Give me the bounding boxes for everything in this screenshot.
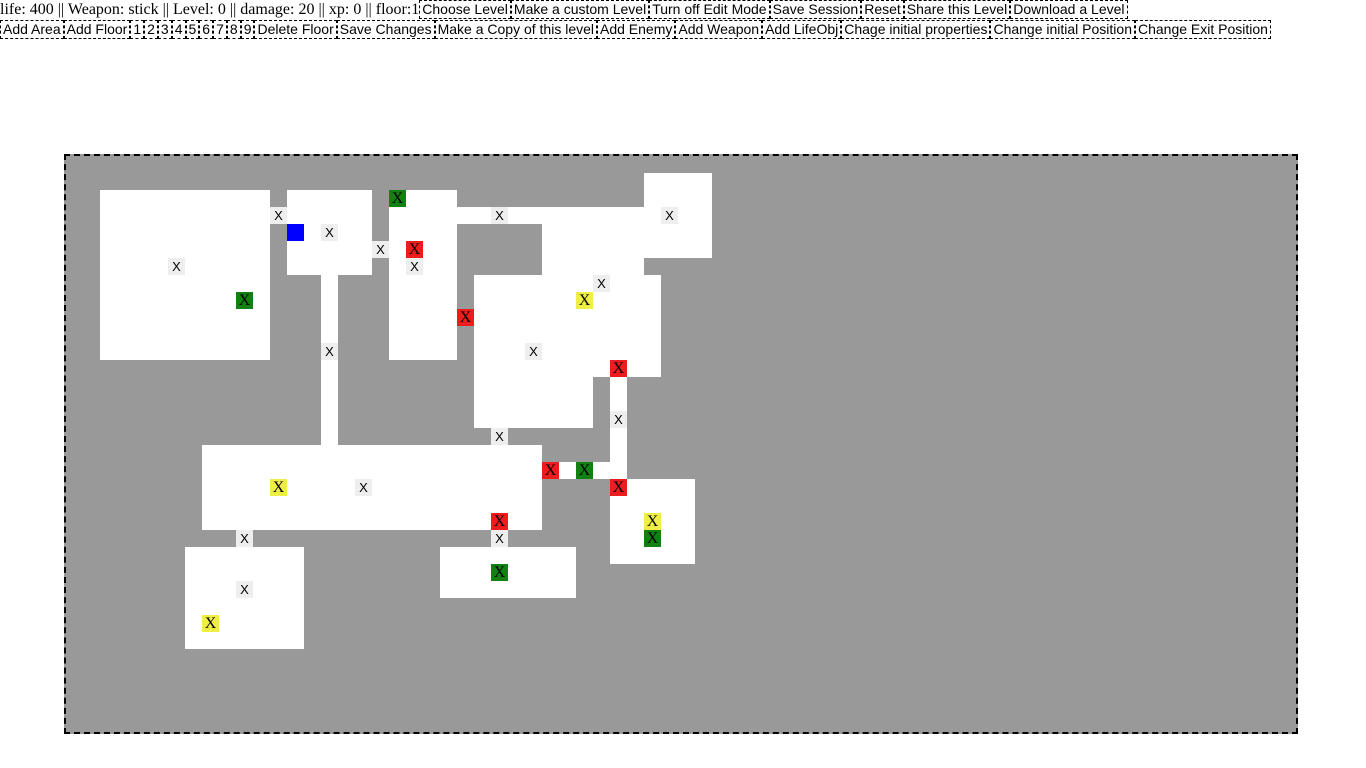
- door-marker[interactable]: X: [236, 530, 253, 547]
- delete-floor-button[interactable]: Delete Floor: [254, 20, 337, 39]
- map-area[interactable]: [457, 207, 644, 224]
- door-marker[interactable]: X: [236, 581, 253, 598]
- floor-button-8[interactable]: 8: [226, 20, 241, 39]
- map-area[interactable]: [389, 190, 457, 360]
- share-level-button[interactable]: Share this Level: [903, 0, 1011, 19]
- door-marker[interactable]: X: [168, 258, 185, 275]
- add-floor-button[interactable]: Add Floor: [63, 20, 131, 39]
- weapon-value: stick: [128, 1, 159, 18]
- damage-value: 20: [298, 1, 315, 18]
- reset-button[interactable]: Reset: [861, 0, 904, 19]
- floor-button-9[interactable]: 9: [240, 20, 255, 39]
- add-enemy-button[interactable]: Add Enemy: [597, 20, 676, 39]
- door-marker[interactable]: X: [491, 530, 508, 547]
- floor-button-7[interactable]: 7: [213, 20, 227, 39]
- door-marker[interactable]: X: [321, 224, 338, 241]
- map-area[interactable]: [440, 547, 576, 598]
- separator: ||: [57, 1, 65, 18]
- separator: ||: [229, 1, 237, 18]
- game-board[interactable]: X X X X X X X X X X X X X X X X X X X X …: [64, 154, 1298, 734]
- floor-value: 1: [411, 1, 420, 18]
- floor-button-4[interactable]: 4: [171, 20, 186, 39]
- xp-label: xp:: [328, 1, 350, 18]
- map-area[interactable]: [185, 547, 304, 649]
- enemy-marker[interactable]: X: [406, 241, 423, 258]
- map-area[interactable]: [474, 275, 661, 377]
- add-lifeobj-button[interactable]: Add LifeObj: [762, 20, 842, 39]
- map-area[interactable]: [321, 275, 338, 445]
- door-marker[interactable]: X: [593, 275, 610, 292]
- weapon-marker[interactable]: X: [202, 615, 219, 632]
- damage-label: damage:: [240, 1, 295, 18]
- door-marker[interactable]: X: [661, 207, 678, 224]
- status-bar: life: 400 || Weapon: stick || Level: 0 |…: [0, 1, 419, 18]
- door-marker[interactable]: X: [372, 241, 389, 258]
- separator: ||: [162, 1, 169, 18]
- door-marker[interactable]: X: [491, 428, 508, 445]
- floor-button-5[interactable]: 5: [185, 20, 200, 39]
- life-object-marker[interactable]: X: [576, 462, 593, 479]
- turn-off-edit-mode-button[interactable]: Turn off Edit Mode: [649, 0, 770, 19]
- weapon-marker[interactable]: X: [270, 479, 287, 496]
- door-marker[interactable]: X: [525, 343, 542, 360]
- player-marker: [287, 224, 304, 241]
- door-marker[interactable]: X: [610, 411, 627, 428]
- life-object-marker[interactable]: X: [389, 190, 406, 207]
- map-area[interactable]: [474, 377, 593, 428]
- door-marker[interactable]: X: [491, 207, 508, 224]
- save-session-button[interactable]: Save Session: [769, 0, 862, 19]
- edit-toolbar: Add Area Add Floor 1 2 3 4 5 6 7 8 9 Delete Floor Sa…: [0, 20, 1271, 40]
- floor-button-3[interactable]: 3: [157, 20, 172, 39]
- status-toolbar: life: 400 || Weapon: stick || Level: 0 |…: [0, 0, 1128, 20]
- change-exit-position-button[interactable]: Change Exit Position: [1134, 20, 1271, 39]
- door-marker[interactable]: X: [321, 343, 338, 360]
- floor-button-6[interactable]: 6: [199, 20, 214, 39]
- map-area[interactable]: [542, 224, 644, 275]
- add-weapon-button[interactable]: Add Weapon: [675, 20, 763, 39]
- download-level-button[interactable]: Download a Level: [1010, 0, 1128, 19]
- door-marker[interactable]: X: [270, 207, 287, 224]
- enemy-marker[interactable]: X: [491, 513, 508, 530]
- life-label: life:: [0, 1, 26, 18]
- separator: ||: [318, 1, 325, 18]
- floor-button-2[interactable]: 2: [144, 20, 158, 39]
- enemy-marker[interactable]: X: [542, 462, 559, 479]
- make-custom-level-button[interactable]: Make a custom Level: [510, 0, 650, 19]
- floor-button-1[interactable]: 1: [130, 20, 145, 39]
- level-value: 0: [217, 1, 226, 18]
- life-object-marker[interactable]: X: [491, 564, 508, 581]
- save-changes-button[interactable]: Save Changes: [336, 20, 435, 39]
- enemy-marker[interactable]: X: [610, 479, 627, 496]
- weapon-label: Weapon:: [67, 1, 125, 18]
- life-value: 400: [29, 1, 54, 18]
- choose-level-button[interactable]: Choose Level: [419, 0, 511, 19]
- make-copy-button[interactable]: Make a Copy of this level: [434, 20, 597, 39]
- add-area-button[interactable]: Add Area: [0, 20, 64, 39]
- enemy-marker[interactable]: X: [457, 309, 474, 326]
- change-initial-properties-button[interactable]: Chage initial properties: [841, 20, 991, 39]
- life-object-marker[interactable]: X: [644, 530, 661, 547]
- map-area[interactable]: [100, 190, 270, 360]
- door-marker[interactable]: X: [406, 258, 423, 275]
- enemy-marker[interactable]: X: [610, 360, 627, 377]
- xp-value: 0: [353, 1, 362, 18]
- map-area[interactable]: [644, 173, 712, 258]
- door-marker[interactable]: X: [355, 479, 372, 496]
- weapon-marker[interactable]: X: [644, 513, 661, 530]
- change-initial-position-button[interactable]: Change initial Position: [990, 20, 1135, 39]
- floor-label: floor:: [375, 1, 412, 18]
- level-label: Level:: [172, 1, 214, 18]
- weapon-marker[interactable]: X: [576, 292, 593, 309]
- separator: ||: [365, 1, 372, 18]
- life-object-marker[interactable]: X: [236, 292, 253, 309]
